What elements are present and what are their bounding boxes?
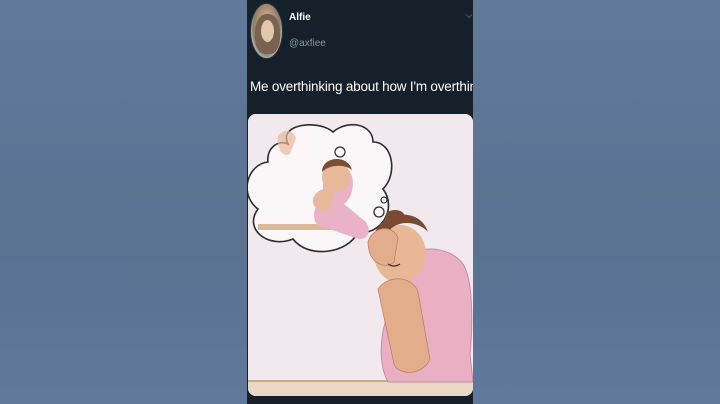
tweet-card: Alfie @axfiee Me overthinking about how … [247, 0, 473, 404]
tweet-text: Me overthinking about how I'm overthinki… [250, 79, 473, 94]
display-name[interactable]: Alfie [289, 12, 311, 23]
tweet-image[interactable] [248, 114, 473, 396]
left-background [0, 0, 247, 404]
right-background [473, 0, 720, 404]
profile-avatar[interactable] [250, 3, 283, 59]
chevron-down-icon[interactable] [465, 12, 473, 20]
user-handle[interactable]: @axfiee [289, 38, 326, 49]
overthinking-illustration [248, 114, 473, 396]
avatar-face [261, 20, 274, 42]
